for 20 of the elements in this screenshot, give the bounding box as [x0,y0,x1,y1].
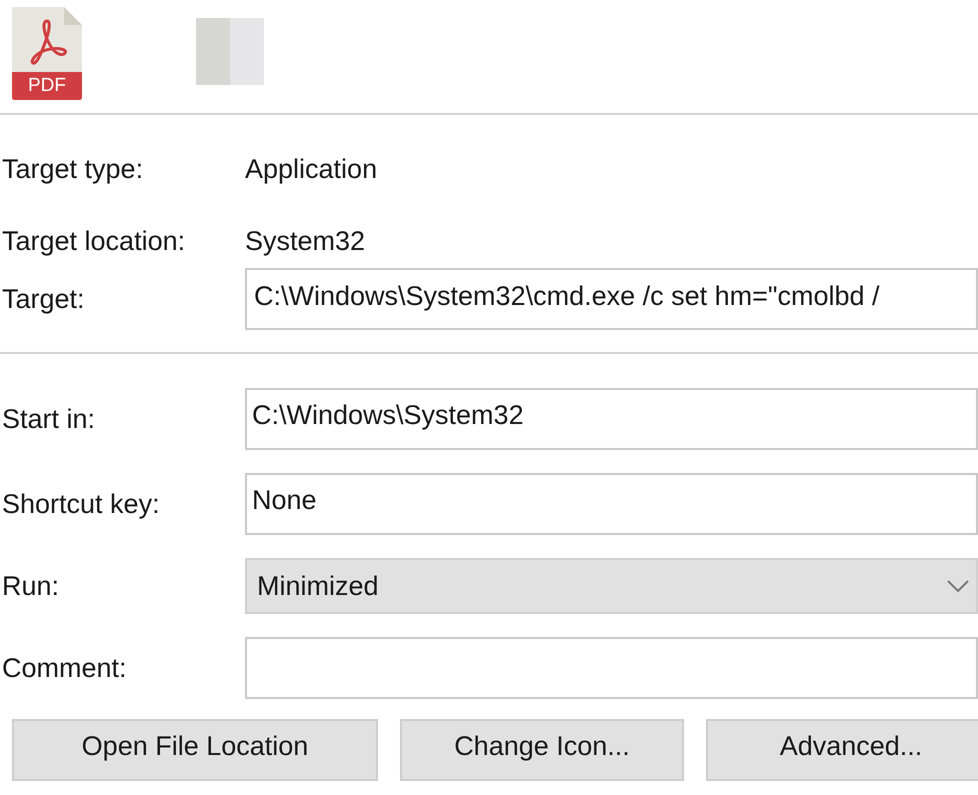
dialog-button[interactable]: Open File Location [12,719,378,781]
field-label: Start in: [1,402,96,436]
blank-file-icon [196,18,264,85]
field-label: Target type: [1,152,144,186]
text-field[interactable]: None [245,473,978,535]
text-field[interactable] [245,637,978,699]
chevron-down-icon [947,580,969,593]
pdf-file-icon: PDF [10,7,84,100]
text-field[interactable]: C:\Windows\System32 [245,388,978,450]
field-label: Run: [1,570,60,603]
run-dropdown[interactable]: Minimized [245,558,978,614]
dialog-button[interactable]: Advanced... [706,719,978,781]
dialog-button[interactable]: Change Icon... [400,719,684,781]
field-value: Application [245,152,378,186]
field-value: System32 [245,224,366,258]
field-label: Comment: [1,652,128,685]
field-label: Target: [1,282,86,316]
field-label: Target location: [1,224,186,258]
target-field[interactable]: C:\Windows\System32\cmd.exe /c set hm="cmolbd / [245,268,978,330]
field-label: Shortcut key: [1,488,161,521]
